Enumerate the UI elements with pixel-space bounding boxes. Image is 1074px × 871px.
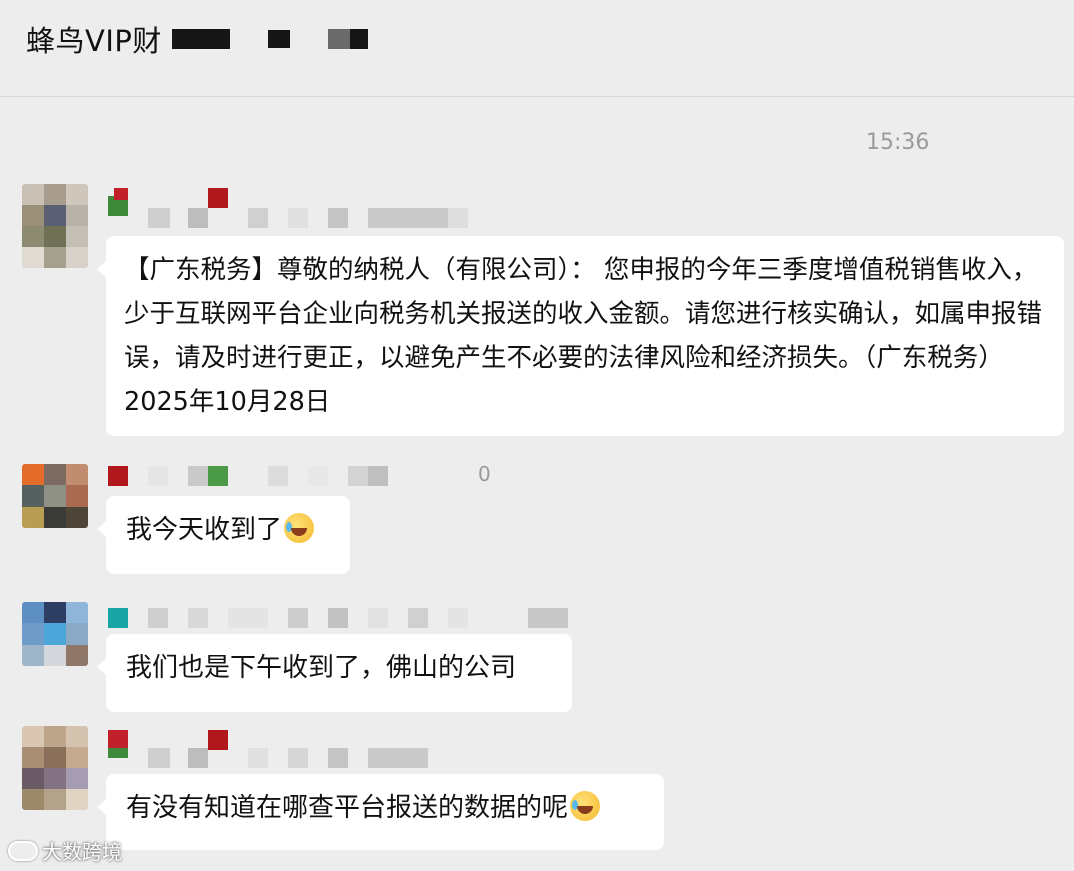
avatar[interactable]: [22, 464, 88, 528]
avatar[interactable]: [22, 726, 88, 810]
sender-name-blurred: [108, 608, 568, 630]
chat-header: 蜂鸟VIP财: [0, 0, 1074, 97]
message-meta: 0: [478, 462, 491, 486]
sweat-smile-emoji-icon: [284, 513, 315, 543]
watermark: 大数跨境: [8, 836, 122, 865]
group-title[interactable]: 蜂鸟VIP财: [26, 18, 162, 60]
message-timestamp: 15:36: [866, 130, 930, 155]
redacted-title-part: [172, 29, 230, 49]
sweat-smile-emoji-icon: [570, 791, 601, 821]
sender-name-blurred: [108, 730, 468, 768]
message-bubble[interactable]: 有没有知道在哪查平台报送的数据的呢: [97, 774, 664, 850]
sender-name-blurred: [108, 188, 468, 228]
watermark-text: 大数跨境: [42, 840, 122, 864]
message-bubble[interactable]: 我们也是下午收到了，佛山的公司: [97, 634, 572, 712]
message-text: 我们也是下午收到了，佛山的公司: [126, 653, 517, 683]
brand-logo-icon: [8, 840, 38, 861]
avatar[interactable]: [22, 184, 88, 268]
sender-name-blurred: [108, 466, 398, 488]
avatar[interactable]: [22, 602, 88, 666]
message-text: 【广东税务】尊敬的纳税人（有限公司）： 您申报的今年三季度增值税销售收入，少于互…: [124, 255, 1043, 417]
redacted-title-part: [350, 29, 368, 49]
message-text: 我今天收到了: [126, 515, 283, 545]
message-text: 有没有知道在哪查平台报送的数据的呢: [126, 793, 569, 823]
redacted-title-part: [268, 30, 290, 48]
message-bubble[interactable]: 我今天收到了: [97, 496, 350, 574]
message-bubble[interactable]: 【广东税务】尊敬的纳税人（有限公司）： 您申报的今年三季度增值税销售收入，少于互…: [97, 236, 1064, 436]
